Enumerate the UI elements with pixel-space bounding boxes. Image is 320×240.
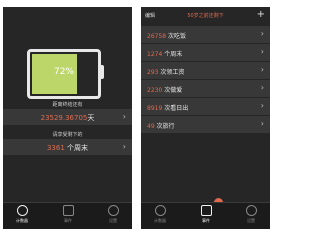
chevron-right-icon: › (260, 83, 264, 92)
days-remaining-row[interactable]: 23529.36705天 › (3, 109, 132, 125)
tab-counter[interactable]: 计数器 (7, 205, 37, 224)
battery-percent-label: 72% (53, 67, 74, 77)
list-item-label: 次旅行 (154, 123, 175, 130)
remaining-caption: 距离终结还有 (52, 102, 83, 108)
chevron-right-icon: › (260, 65, 264, 74)
list-item[interactable]: 293 次领工资 › (141, 62, 270, 79)
page-title: 50岁之前还剩下 (187, 13, 224, 19)
gear-icon (245, 205, 257, 216)
chevron-right-icon: › (122, 112, 126, 121)
list-item-number: 1274 (147, 51, 163, 58)
clock-icon (16, 205, 28, 216)
days-unit: 天 (87, 114, 95, 122)
list-item-number: 293 (147, 69, 159, 76)
list-item[interactable]: 49 次旅行 › (141, 116, 270, 133)
list-item-number: 2230 (147, 87, 163, 94)
weekends-remaining-row[interactable]: 3361 个周末 › (3, 139, 132, 155)
tab-settings[interactable]: 设置 (98, 205, 128, 224)
tab-counter-label: 计数器 (154, 218, 166, 223)
gear-icon (107, 205, 119, 216)
clock-icon (154, 205, 166, 216)
list-item-label: 次看日出 (162, 105, 189, 112)
list-item-text: 1274 个周末 (147, 49, 182, 58)
list-item-label: 次吃饭 (166, 33, 187, 40)
list-item-text: 293 次领工资 (147, 67, 184, 76)
tab-settings-label: 设置 (109, 218, 117, 223)
tab-bar: 计数器 事件 设置 (141, 202, 270, 229)
chevron-right-icon: › (260, 101, 264, 110)
battery-gauge: 72% (27, 49, 101, 99)
days-value: 23529.36705 (40, 114, 88, 122)
chevron-right-icon: › (260, 29, 264, 38)
enjoy-caption: 请享受剩下的 (52, 132, 83, 138)
tab-events[interactable]: 事件 (53, 205, 83, 224)
chevron-right-icon: › (260, 119, 264, 128)
tab-settings[interactable]: 设置 (236, 205, 266, 224)
tab-events[interactable]: 事件 (191, 205, 221, 224)
list-item-text: 49 次旅行 (147, 121, 175, 130)
list-item-text: 26758 次吃饭 (147, 31, 186, 40)
list-item-label: 次领工资 (158, 69, 185, 76)
grid-icon (62, 205, 74, 216)
chevron-right-icon: › (122, 142, 126, 151)
tab-counter[interactable]: 计数器 (145, 205, 175, 224)
list-item-label: 个周末 (162, 51, 183, 58)
list-item[interactable]: 2230 次做爱 › (141, 80, 270, 97)
tab-events-label: 事件 (202, 218, 210, 223)
tab-events-label: 事件 (64, 218, 72, 223)
chevron-right-icon: › (260, 47, 264, 56)
weekends-unit: 个周末 (64, 144, 89, 152)
counter-screen: 72% 距离终结还有 23529.36705天 › 请享受剩下的 3361 个周… (3, 7, 132, 229)
list-item[interactable]: 1274 个周末 › (141, 44, 270, 61)
nav-bar: 编辑 50岁之前还剩下 + (141, 7, 270, 23)
grid-icon (200, 205, 212, 216)
list-item-text: 8919 次看日出 (147, 103, 188, 112)
battery-tip (100, 65, 104, 79)
list-item-number: 26758 (147, 33, 167, 40)
events-screen: 编辑 50岁之前还剩下 + 26758 次吃饭 › 1274 个周末 › 293… (141, 7, 270, 229)
list-item[interactable]: 26758 次吃饭 › (141, 26, 270, 43)
days-remaining-text: 23529.36705天 (3, 113, 132, 123)
tab-counter-label: 计数器 (16, 218, 28, 223)
tab-settings-label: 设置 (247, 218, 255, 223)
weekends-remaining-text: 3361 个周末 (3, 143, 132, 153)
list-item-number: 8919 (147, 105, 163, 112)
list-item-text: 2230 次做爱 (147, 85, 182, 94)
tab-bar: 计数器 事件 设置 (3, 202, 132, 229)
add-button[interactable]: + (257, 9, 265, 20)
weekends-value: 3361 (46, 144, 65, 152)
list-item-number: 49 (147, 123, 155, 130)
list-item-label: 次做爱 (162, 87, 183, 94)
list-item[interactable]: 8919 次看日出 › (141, 98, 270, 115)
